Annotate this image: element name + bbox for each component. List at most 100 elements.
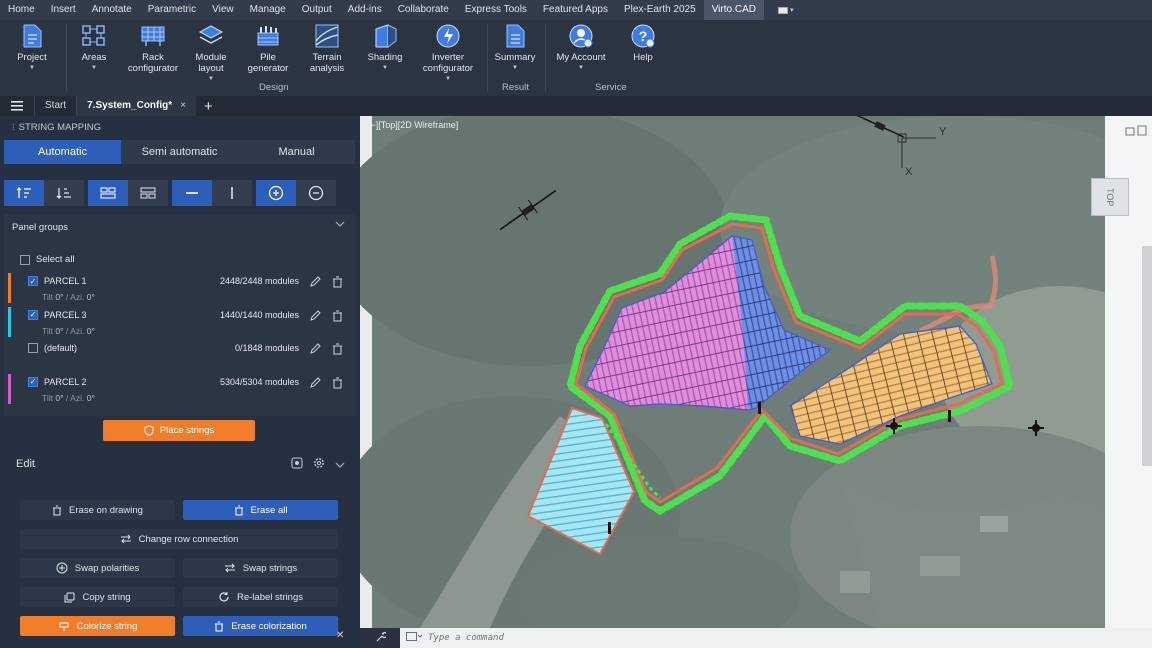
panel-group-row[interactable]: ✓ PARCEL 3 Tilt 0° / Azi. 0° 1440/1440 modu… [8,306,351,339]
document-tab-bar: Start 7.System_Config* × + [0,96,1152,116]
group-checkbox[interactable]: ✓ [28,376,38,387]
select-all-row[interactable]: Select all [20,254,75,265]
trash-icon[interactable] [332,376,343,394]
paint-icon [59,622,69,631]
pencil-icon[interactable] [309,342,321,360]
close-tab-icon[interactable]: × [180,100,186,111]
panel-group-row[interactable]: (default) 0/1848 modules [8,340,351,372]
trash-icon [53,505,62,515]
ribbon-tab-add-ins[interactable]: Add-ins [340,0,390,20]
group-name: PARCEL 1 [44,276,87,286]
ribbon-tab-collaborate[interactable]: Collaborate [390,0,457,20]
ribbon-tab-insert[interactable]: Insert [43,0,84,20]
help-button[interactable]: ? Help [603,22,683,63]
group-name: PARCEL 3 [44,309,87,320]
chevron-down-icon[interactable] [335,220,345,230]
ribbon-tab-express-tools[interactable]: Express Tools [457,0,535,20]
change-row-connection-label: Change row connection [138,533,239,545]
aerial-site-drawing: Y X [360,116,1152,628]
panel-groups-header[interactable]: Panel groups [12,222,68,233]
drawing-viewport[interactable]: Y X [−][Top][2D Wireframe] TOP [360,116,1152,628]
sort-descending-icon[interactable] [44,180,84,206]
change-row-connection-button[interactable]: Change row connection [20,529,338,549]
erase-colorization-button[interactable]: Erase colorization [183,616,338,636]
relabel-strings-button[interactable]: Re-label strings [183,587,338,607]
ribbon-tab-view[interactable]: View [204,0,242,20]
string-mapping-panel: ⁞ STRING MAPPING Automatic Semi automatic… [0,116,360,648]
panel-close-icon[interactable]: ✕ [336,630,344,641]
zoom-out-icon[interactable] [296,180,336,206]
language-flag-icon[interactable]: ▾ [777,5,800,15]
group-checkbox[interactable]: ✓ [28,276,38,286]
panel-groups-section: Panel groups Select all ✓ PARCEL 1 Tilt 0°… [4,214,355,416]
chevron-down-icon[interactable] [335,456,345,474]
account-icon [567,22,595,50]
horizontal-line-icon[interactable] [172,180,212,206]
command-history-icon[interactable] [406,629,423,647]
tab-system-config[interactable]: 7.System_Config* × [76,96,196,116]
view-cube[interactable]: TOP [1091,178,1129,216]
panel-group-row[interactable]: ✓ PARCEL 2 Tilt 0° / Azi. 0° 5304/5304 modu… [8,373,351,406]
trash-icon[interactable] [332,275,343,293]
document-icon [18,22,46,50]
ribbon-tab-home[interactable]: Home [0,0,43,20]
pencil-icon[interactable] [309,275,321,293]
ribbon-tab-featured-apps[interactable]: Featured Apps [535,0,616,20]
ribbon-panel: Project ▼ Areas ▼ Rack configurator Module layo… [0,20,1152,96]
trash-icon[interactable] [332,342,343,360]
tab-start[interactable]: Start [34,96,76,116]
select-all-checkbox[interactable] [20,254,30,265]
module-label-2: layout [198,63,224,74]
erase-colorization-label: Erase colorization [231,620,307,632]
new-tab-button[interactable]: + [204,98,213,115]
command-input[interactable] [428,633,1028,643]
ribbon-tab-plex-earth-2025[interactable]: Plex-Earth 2025 [616,0,704,20]
swap-strings-button[interactable]: Swap strings [183,558,338,578]
group-name: (default) [44,343,78,353]
trash-icon[interactable] [332,309,343,327]
viewport-label[interactable]: [−][Top][2D Wireframe] [368,120,458,130]
polarity-icon [56,562,68,574]
colorize-string-label: Colorize string [76,620,138,632]
mode-manual[interactable]: Manual [238,140,355,164]
erase-on-drawing-button[interactable]: Erase on drawing [20,500,175,520]
gear-icon[interactable] [313,456,325,474]
group-checkbox[interactable]: ✓ [28,309,38,320]
column-layout-icon[interactable] [128,180,168,206]
mode-automatic[interactable]: Automatic [4,140,121,164]
ribbon-tab-virto-cad[interactable]: Virto.CAD [703,0,764,20]
panel-group-row[interactable]: ✓ PARCEL 1 Tilt 0° / Azi. 0° 2448/2448 modu… [8,273,351,305]
relabel-strings-label: Re-label strings [237,591,303,603]
mode-selector: Automatic Semi automatic Manual [4,140,355,164]
pencil-icon[interactable] [309,309,321,327]
vertical-line-icon[interactable] [212,180,252,206]
dropdown-caret-icon: ▼ [578,65,584,71]
place-strings-button[interactable]: Place strings [103,420,255,441]
wrench-icon[interactable] [375,629,387,647]
pencil-icon[interactable] [309,376,321,394]
copy-string-button[interactable]: Copy string [20,587,175,607]
ribbon-tab-manage[interactable]: Manage [242,0,294,20]
group-module-count: 0/1848 modules [234,343,299,353]
group-checkbox[interactable] [28,343,38,353]
shading-label: Shading [367,52,403,63]
hamburger-menu-icon[interactable] [0,101,34,111]
mode-semi-automatic[interactable]: Semi automatic [121,140,238,164]
colorize-string-button[interactable]: Colorize string [20,616,175,636]
record-icon[interactable] [291,456,303,474]
ribbon-tab-parametric[interactable]: Parametric [140,0,204,20]
group-label-result: Result [502,82,529,93]
zoom-in-icon[interactable] [256,180,296,206]
trash-icon [215,621,224,631]
ribbon-tab-output[interactable]: Output [294,0,340,20]
ribbon-separator [487,24,488,92]
erase-on-drawing-label: Erase on drawing [69,504,143,516]
row-layout-icon[interactable] [88,180,128,206]
erase-all-button[interactable]: Erase all [183,500,338,520]
project-label: Project [17,52,47,63]
ribbon-tab-annotate[interactable]: Annotate [84,0,140,20]
swap-polarities-button[interactable]: Swap polarities [20,558,175,578]
sort-ascending-icon[interactable] [4,180,44,206]
inverter-label: Inverter [431,52,465,63]
copy-icon [64,592,75,602]
